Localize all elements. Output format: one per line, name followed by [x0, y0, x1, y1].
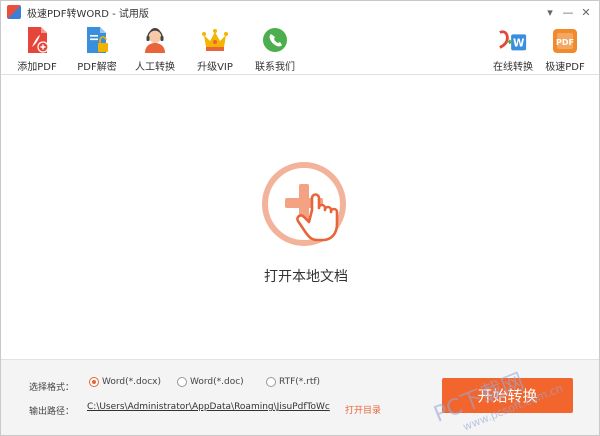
toolbar-online-convert[interactable]: W 在线转换 — [485, 25, 541, 73]
format-option-docx[interactable]: Word(*.docx) — [89, 377, 161, 387]
toolbar-add-pdf-label: 添加PDF — [17, 62, 57, 73]
radio-doc[interactable] — [177, 377, 187, 387]
file-drop-area[interactable]: 打开本地文档 — [1, 76, 599, 359]
output-path-link[interactable]: C:\Users\Administrator\AppData\Roaming\J… — [87, 402, 339, 412]
radio-docx[interactable] — [89, 377, 99, 387]
toolbar: 添加PDF PDF解密 人工转换 升级VIP 联系我们 W 在线转换 PDF 极… — [1, 23, 599, 75]
format-option-rtf-label: RTF(*.rtf) — [279, 377, 321, 387]
toolbar-manual-convert-label: 人工转换 — [135, 62, 175, 73]
toolbar-add-pdf[interactable]: 添加PDF — [9, 25, 65, 73]
toolbar-pdf-decrypt-label: PDF解密 — [77, 62, 117, 73]
format-option-doc-label: Word(*.doc) — [190, 377, 244, 387]
jisu-pdf-icon: PDF — [550, 25, 580, 55]
toolbar-pdf-decrypt[interactable]: PDF解密 — [69, 25, 125, 73]
close-button[interactable]: ✕ — [577, 3, 595, 21]
minimize-button[interactable]: — — [559, 3, 577, 21]
window-controls: ▾ — ✕ — [541, 3, 595, 21]
output-settings-panel: 选择格式： Word(*.docx) Word(*.doc) RTF(*.rtf… — [1, 359, 599, 435]
toolbar-contact-us[interactable]: 联系我们 — [247, 25, 303, 73]
window-title: 极速PDF转WORD - 试用版 — [27, 8, 149, 20]
add-file-hand-icon — [260, 160, 352, 256]
toolbar-manual-convert[interactable]: 人工转换 — [127, 25, 183, 73]
pdf-decrypt-icon — [82, 25, 112, 55]
app-logo-icon — [7, 5, 21, 19]
app-window: 极速PDF转WORD - 试用版 ▾ — ✕ 添加PDF PDF解密 人工转换 … — [0, 0, 600, 436]
toolbar-online-convert-label: 在线转换 — [493, 62, 533, 73]
output-path-label: 输出路径： — [29, 407, 75, 417]
phone-chat-icon — [260, 25, 290, 55]
format-option-docx-label: Word(*.docx) — [102, 377, 162, 387]
online-convert-icon: W — [498, 25, 528, 55]
svg-text:W: W — [513, 38, 525, 50]
svg-text:PDF: PDF — [556, 38, 574, 47]
support-agent-icon — [140, 25, 170, 55]
start-convert-button[interactable]: 开始转换 — [442, 378, 573, 413]
radio-rtf[interactable] — [266, 377, 276, 387]
open-local-label: 打开本地文档 — [264, 269, 348, 285]
crown-icon — [200, 25, 230, 55]
toolbar-jisu-pdf-label: 极速PDF — [545, 62, 585, 73]
title-bar: 极速PDF转WORD - 试用版 ▾ — ✕ — [1, 1, 599, 23]
menu-dropdown-button[interactable]: ▾ — [541, 3, 559, 21]
toolbar-upgrade-vip-label: 升级VIP — [197, 62, 233, 73]
open-local-document[interactable]: 打开本地文档 — [251, 160, 361, 290]
toolbar-contact-us-label: 联系我们 — [255, 62, 295, 73]
format-option-rtf[interactable]: RTF(*.rtf) — [266, 377, 320, 387]
format-label: 选择格式： — [29, 383, 75, 393]
open-directory-link[interactable]: 打开目录 — [345, 403, 381, 416]
add-pdf-icon — [22, 25, 52, 55]
toolbar-jisu-pdf[interactable]: PDF 极速PDF — [537, 25, 593, 73]
format-option-doc[interactable]: Word(*.doc) — [177, 377, 244, 387]
toolbar-upgrade-vip[interactable]: 升级VIP — [187, 25, 243, 73]
